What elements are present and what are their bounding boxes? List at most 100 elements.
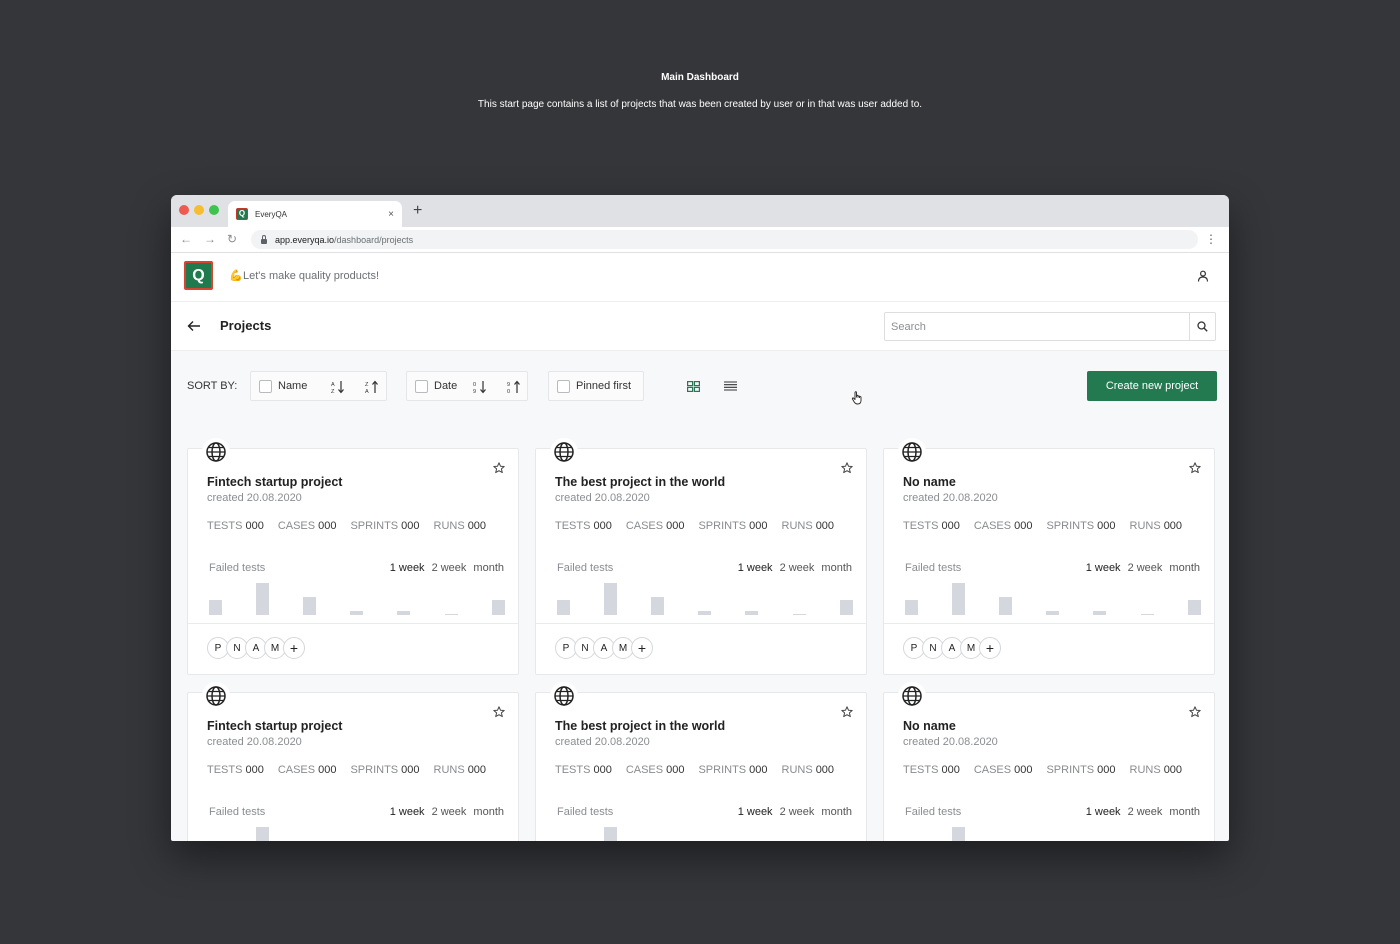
sort-date-asc-icon[interactable]: 0 9: [473, 380, 487, 394]
sort-date-label: Date: [434, 380, 458, 392]
list-view-button[interactable]: [714, 371, 746, 401]
tests-count: 000: [593, 764, 612, 776]
project-title[interactable]: Fintech startup project: [207, 475, 342, 489]
tests-label: TESTS: [207, 520, 243, 532]
search-button[interactable]: [1189, 313, 1215, 340]
new-tab-button[interactable]: +: [413, 203, 422, 219]
browser-menu-icon[interactable]: ⋮: [1205, 232, 1217, 246]
project-title[interactable]: No name: [903, 719, 956, 733]
project-members: PNAM +: [555, 637, 653, 659]
svg-text:Z: Z: [365, 382, 369, 388]
project-card[interactable]: Fintech startup project created 20.08.20…: [187, 438, 519, 675]
cases-label: CASES: [277, 520, 316, 532]
user-icon[interactable]: [1197, 270, 1209, 282]
sort-date-checkbox[interactable]: [415, 379, 428, 393]
sprints-stat: SPRINTS 000: [350, 520, 419, 532]
cases-count: 000: [1014, 764, 1033, 776]
tests-stat: TESTS 000: [903, 520, 960, 532]
project-card[interactable]: Fintech startup project created 20.08.20…: [187, 682, 519, 841]
pin-star-icon[interactable]: [841, 462, 853, 474]
pinned-first-checkbox[interactable]: [557, 379, 570, 393]
project-card[interactable]: No name created 20.08.2020 TESTS 000 CASE…: [883, 682, 1215, 841]
sort-name-desc-icon[interactable]: Z A: [365, 380, 379, 394]
grid-view-icon: [686, 380, 700, 392]
sprints-label: SPRINTS: [1046, 520, 1095, 532]
pin-star-icon[interactable]: [1189, 462, 1201, 474]
reload-icon[interactable]: ↻: [227, 232, 237, 246]
cases-stat: CASES 000: [626, 764, 685, 776]
failed-tests-bar: [445, 614, 458, 615]
browser-tab[interactable]: Q EveryQA ×: [228, 201, 402, 227]
runs-count: 000: [1163, 520, 1183, 532]
card-divider: [188, 623, 518, 624]
sort-name-checkbox[interactable]: [259, 379, 272, 393]
create-project-button[interactable]: Create new project: [1087, 371, 1217, 401]
grid-view-button[interactable]: [677, 371, 709, 401]
failed-tests-bar: [256, 827, 269, 841]
sprints-label: SPRINTS: [1046, 764, 1095, 776]
project-card[interactable]: The best project in the world created 20…: [535, 438, 867, 675]
url-field[interactable]: app.everyqa.io/dashboard/projects: [251, 230, 1198, 249]
runs-label: RUNS: [1129, 520, 1161, 532]
sprints-label: SPRINTS: [698, 520, 747, 532]
pin-star-icon[interactable]: [1189, 706, 1201, 718]
project-card[interactable]: The best project in the world created 20…: [535, 682, 867, 841]
cases-label: CASES: [277, 764, 316, 776]
caption-title: Main Dashboard: [661, 72, 739, 83]
sprints-count: 000: [401, 764, 420, 776]
svg-text:9: 9: [507, 382, 510, 388]
failed-tests-bar: [1046, 611, 1059, 615]
project-stats: TESTS 000 CASES 000 SPRINTS 000 RUNS 000: [903, 520, 1196, 532]
sprints-label: SPRINTS: [698, 764, 747, 776]
forward-nav-icon[interactable]: →: [204, 232, 216, 246]
pin-star-icon[interactable]: [841, 706, 853, 718]
failed-tests-bar: [651, 597, 664, 615]
add-member-button[interactable]: +: [283, 637, 305, 659]
tagline-text: Let's make quality products!: [243, 270, 380, 282]
sort-date-desc-icon[interactable]: 9 0: [507, 380, 521, 394]
pin-star-icon[interactable]: [493, 706, 505, 718]
failed-tests-chart: [209, 817, 506, 841]
tagline: 💪 Let's make quality products!: [229, 270, 379, 282]
card-divider: [536, 623, 866, 624]
cases-stat: CASES 000: [974, 764, 1033, 776]
runs-label: RUNS: [433, 520, 465, 532]
project-created-date: created 20.08.2020: [555, 736, 650, 748]
failed-tests-bar: [999, 597, 1012, 615]
close-window-dot[interactable]: [179, 205, 189, 215]
failed-tests-bar: [745, 611, 758, 615]
project-stats: TESTS 000 CASES 000 SPRINTS 000 RUNS 000: [555, 764, 848, 776]
app-logo[interactable]: Q: [184, 261, 213, 290]
failed-tests-bar: [698, 611, 711, 615]
failed-tests-chart: [209, 573, 506, 615]
pin-star-icon[interactable]: [493, 462, 505, 474]
maximize-window-dot[interactable]: [209, 205, 219, 215]
project-created-date: created 20.08.2020: [555, 492, 650, 504]
project-title[interactable]: The best project in the world: [555, 719, 725, 733]
project-card[interactable]: No name created 20.08.2020 TESTS 000 CASE…: [883, 438, 1215, 675]
runs-stat: RUNS 000: [1130, 764, 1183, 776]
add-member-button[interactable]: +: [631, 637, 653, 659]
cases-count: 000: [666, 764, 685, 776]
tab-close-icon[interactable]: ×: [388, 209, 394, 220]
minimize-window-dot[interactable]: [194, 205, 204, 215]
back-arrow-icon[interactable]: [187, 319, 201, 333]
failed-tests-bar: [604, 583, 617, 615]
url-path: /dashboard/projects: [334, 234, 414, 245]
project-title[interactable]: The best project in the world: [555, 475, 725, 489]
add-member-button[interactable]: +: [979, 637, 1001, 659]
back-nav-icon[interactable]: ←: [180, 232, 192, 246]
tests-count: 000: [941, 764, 960, 776]
hand-cursor-icon: [851, 391, 862, 405]
failed-tests-bar: [1141, 614, 1154, 615]
cases-label: CASES: [973, 520, 1012, 532]
failed-tests-bar: [952, 583, 965, 615]
sort-name-asc-icon[interactable]: A Z: [331, 380, 345, 394]
cases-count: 000: [318, 764, 337, 776]
failed-tests-bar: [1188, 600, 1201, 615]
project-title[interactable]: No name: [903, 475, 956, 489]
page-bar: Projects: [171, 302, 1229, 351]
sprints-stat: SPRINTS 000: [1046, 764, 1115, 776]
project-title[interactable]: Fintech startup project: [207, 719, 342, 733]
search-input[interactable]: [885, 313, 1189, 340]
